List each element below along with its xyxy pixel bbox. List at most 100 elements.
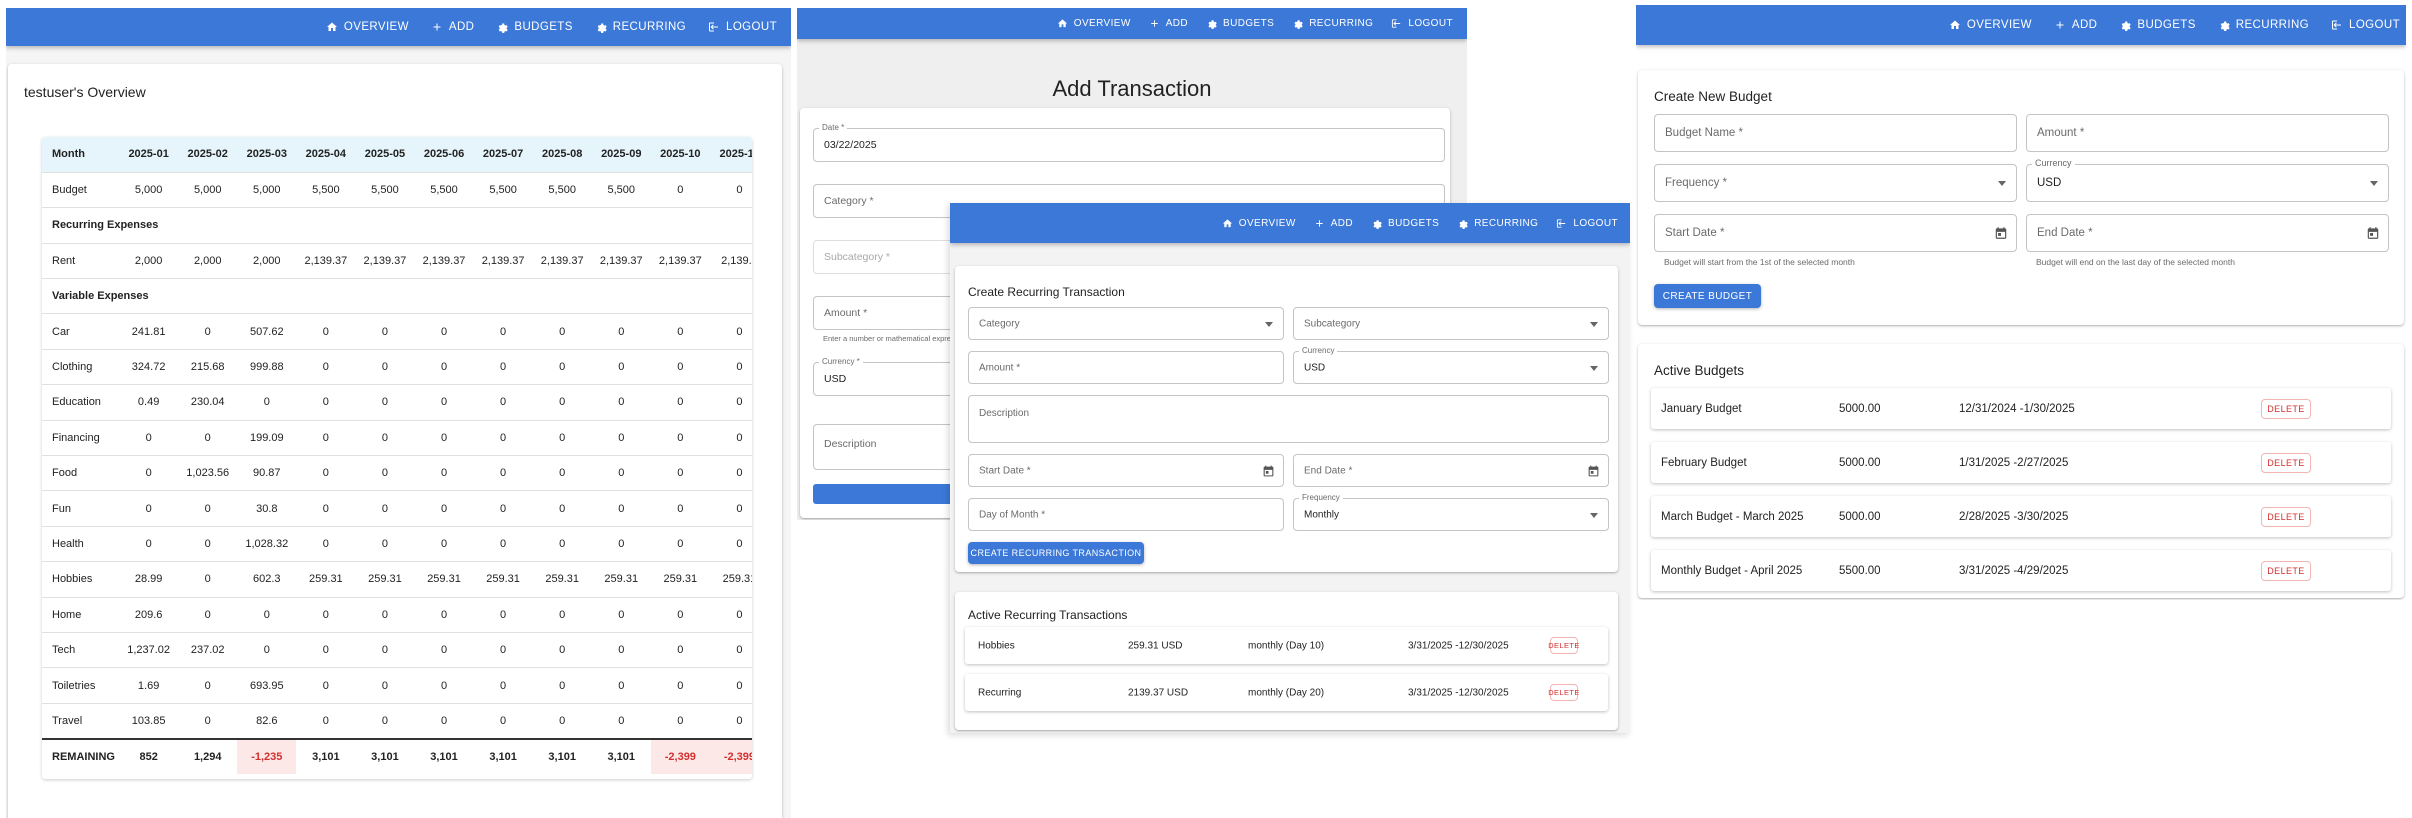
table-cell: 0: [414, 455, 474, 492]
table-cell: 0: [178, 420, 238, 457]
nav-add[interactable]: ADD: [431, 21, 474, 33]
end-date-field[interactable]: End Date *: [2026, 214, 2389, 252]
table-cell: 0: [709, 172, 752, 209]
budget-name-field[interactable]: Budget Name *: [1654, 114, 2017, 152]
table-cell: 0: [414, 490, 474, 527]
table-cell: 0: [532, 597, 592, 633]
table-row: Budget 5,000 5,000 5,000 5,500 5,500 5,500 5,50…: [42, 172, 752, 209]
table-cell: 5,000: [178, 172, 238, 209]
overview-window: OVERVIEW ADD BUDGETS RECURRING LOGOUT te…: [6, 8, 791, 818]
delete-button[interactable]: DELETE: [2261, 453, 2311, 473]
table-cell: 199.09: [237, 420, 297, 457]
budget-name: Monthly Budget - April 2025: [1661, 564, 1803, 577]
date-field[interactable]: Date * 03/22/2025: [813, 123, 1445, 162]
nav-budgets[interactable]: BUDGETS: [496, 21, 572, 33]
column-header: 2025-04: [296, 137, 356, 173]
table-cell: 0: [591, 703, 651, 740]
nav-budgets[interactable]: BUDGETS: [1206, 18, 1274, 29]
table-cell: 0: [709, 703, 752, 740]
table-cell: 3,101: [296, 737, 356, 775]
nav-logout[interactable]: LOGOUT: [2331, 19, 2400, 31]
subcategory-select[interactable]: Subcategory: [1293, 307, 1609, 340]
start-date-field[interactable]: Start Date *: [968, 454, 1284, 487]
nav-logout[interactable]: LOGOUT: [708, 21, 777, 33]
table-cell: 259.31: [591, 561, 651, 598]
table-cell: 0: [296, 349, 356, 386]
table-cell: 0: [473, 455, 533, 492]
column-header: 2025-05: [355, 137, 415, 173]
table-cell: 0: [414, 384, 474, 421]
currency-select[interactable]: Currency USD: [2026, 158, 2389, 202]
description-field[interactable]: Description: [968, 395, 1609, 443]
amount-field[interactable]: Amount *: [968, 351, 1284, 384]
table-cell: 0: [178, 526, 238, 563]
nav-overview[interactable]: OVERVIEW: [1949, 19, 2032, 31]
nav-logout[interactable]: LOGOUT: [1391, 18, 1453, 29]
delete-button[interactable]: DELETE: [1548, 684, 1579, 701]
start-date-field[interactable]: Start Date *: [1654, 214, 2017, 252]
frequency-select[interactable]: Frequency Monthly: [1293, 493, 1609, 531]
delete-button[interactable]: DELETE: [2261, 561, 2311, 581]
section-title: Active Budgets: [1654, 363, 1745, 378]
nav-recurring[interactable]: RECURRING: [2218, 19, 2309, 31]
frequency-select[interactable]: Frequency *: [1654, 164, 2017, 202]
nav-budgets[interactable]: BUDGETS: [2119, 19, 2195, 31]
table-cell: 0: [414, 597, 474, 633]
item-amount: 259.31 USD: [1128, 640, 1183, 651]
table-cell: 0: [355, 526, 415, 563]
logout-icon: [1392, 19, 1401, 28]
budget-date-range: 1/31/2025 -2/27/2025: [1959, 456, 2069, 469]
create-recurring-card: Create Recurring Transaction Category Su…: [955, 266, 1618, 572]
day-of-month-field[interactable]: Day of Month *: [968, 498, 1284, 531]
nav-overview[interactable]: OVERVIEW: [1222, 218, 1296, 229]
table-cell: 0: [709, 632, 752, 669]
table-cell: 259.31: [296, 561, 356, 598]
table-cell: 0: [473, 420, 533, 457]
table-cell: 0: [650, 490, 710, 527]
table-cell: 0: [473, 313, 533, 350]
create-recurring-button[interactable]: CREATE RECURRING TRANSACTION: [968, 542, 1144, 564]
table-cell: 5,500: [473, 172, 533, 209]
calendar-icon[interactable]: [1587, 464, 1600, 477]
nav-recurring[interactable]: RECURRING: [1292, 18, 1373, 29]
create-budget-button[interactable]: CREATE BUDGET: [1654, 284, 1761, 308]
category-select[interactable]: Category: [968, 307, 1284, 340]
row-label: Home: [42, 597, 120, 633]
nav-overview[interactable]: OVERVIEW: [326, 21, 409, 33]
table-cell: 0: [296, 632, 356, 669]
table-cell: 0: [119, 455, 179, 492]
delete-button[interactable]: DELETE: [2261, 507, 2311, 527]
calendar-icon[interactable]: [1262, 464, 1275, 477]
nav-add[interactable]: ADD: [1149, 18, 1188, 29]
delete-button[interactable]: DELETE: [2261, 399, 2311, 419]
table-cell: 259.31: [532, 561, 592, 598]
table-cell: 259.31: [414, 561, 474, 598]
table-row: Travel 103.85 0 82.6 0 0 0 0 0 0 0 0: [42, 703, 752, 740]
table-cell: 0: [355, 597, 415, 633]
nav-recurring[interactable]: RECURRING: [595, 21, 686, 33]
nav-budgets[interactable]: BUDGETS: [1371, 218, 1439, 229]
table-cell: 237.02: [178, 632, 238, 669]
end-date-field[interactable]: End Date *: [1293, 454, 1609, 487]
delete-button[interactable]: DELETE: [1548, 637, 1579, 654]
calendar-icon[interactable]: [1994, 226, 2008, 240]
table-cell: 0: [355, 667, 415, 704]
table-cell: 0: [650, 526, 710, 563]
nav-recurring[interactable]: RECURRING: [1457, 218, 1538, 229]
gear-icon: [597, 23, 607, 33]
nav-add[interactable]: ADD: [1314, 218, 1353, 229]
table-cell: 0: [591, 420, 651, 457]
column-header: 2025-02: [178, 137, 238, 173]
nav-logout[interactable]: LOGOUT: [1556, 218, 1618, 229]
budget-name: February Budget: [1661, 456, 1747, 469]
calendar-icon[interactable]: [2366, 226, 2380, 240]
table-cell: 0: [591, 526, 651, 563]
dropdown-arrow-icon: [1590, 365, 1598, 371]
table-cell: 1.69: [119, 667, 179, 704]
budget-date-range: 2/28/2025 -3/30/2025: [1959, 510, 2069, 523]
currency-select[interactable]: Currency USD: [1293, 346, 1609, 384]
amount-field[interactable]: Amount *: [2026, 114, 2389, 152]
table-cell: 3,101: [414, 737, 474, 775]
nav-overview[interactable]: OVERVIEW: [1057, 18, 1131, 29]
nav-add[interactable]: ADD: [2054, 19, 2097, 31]
